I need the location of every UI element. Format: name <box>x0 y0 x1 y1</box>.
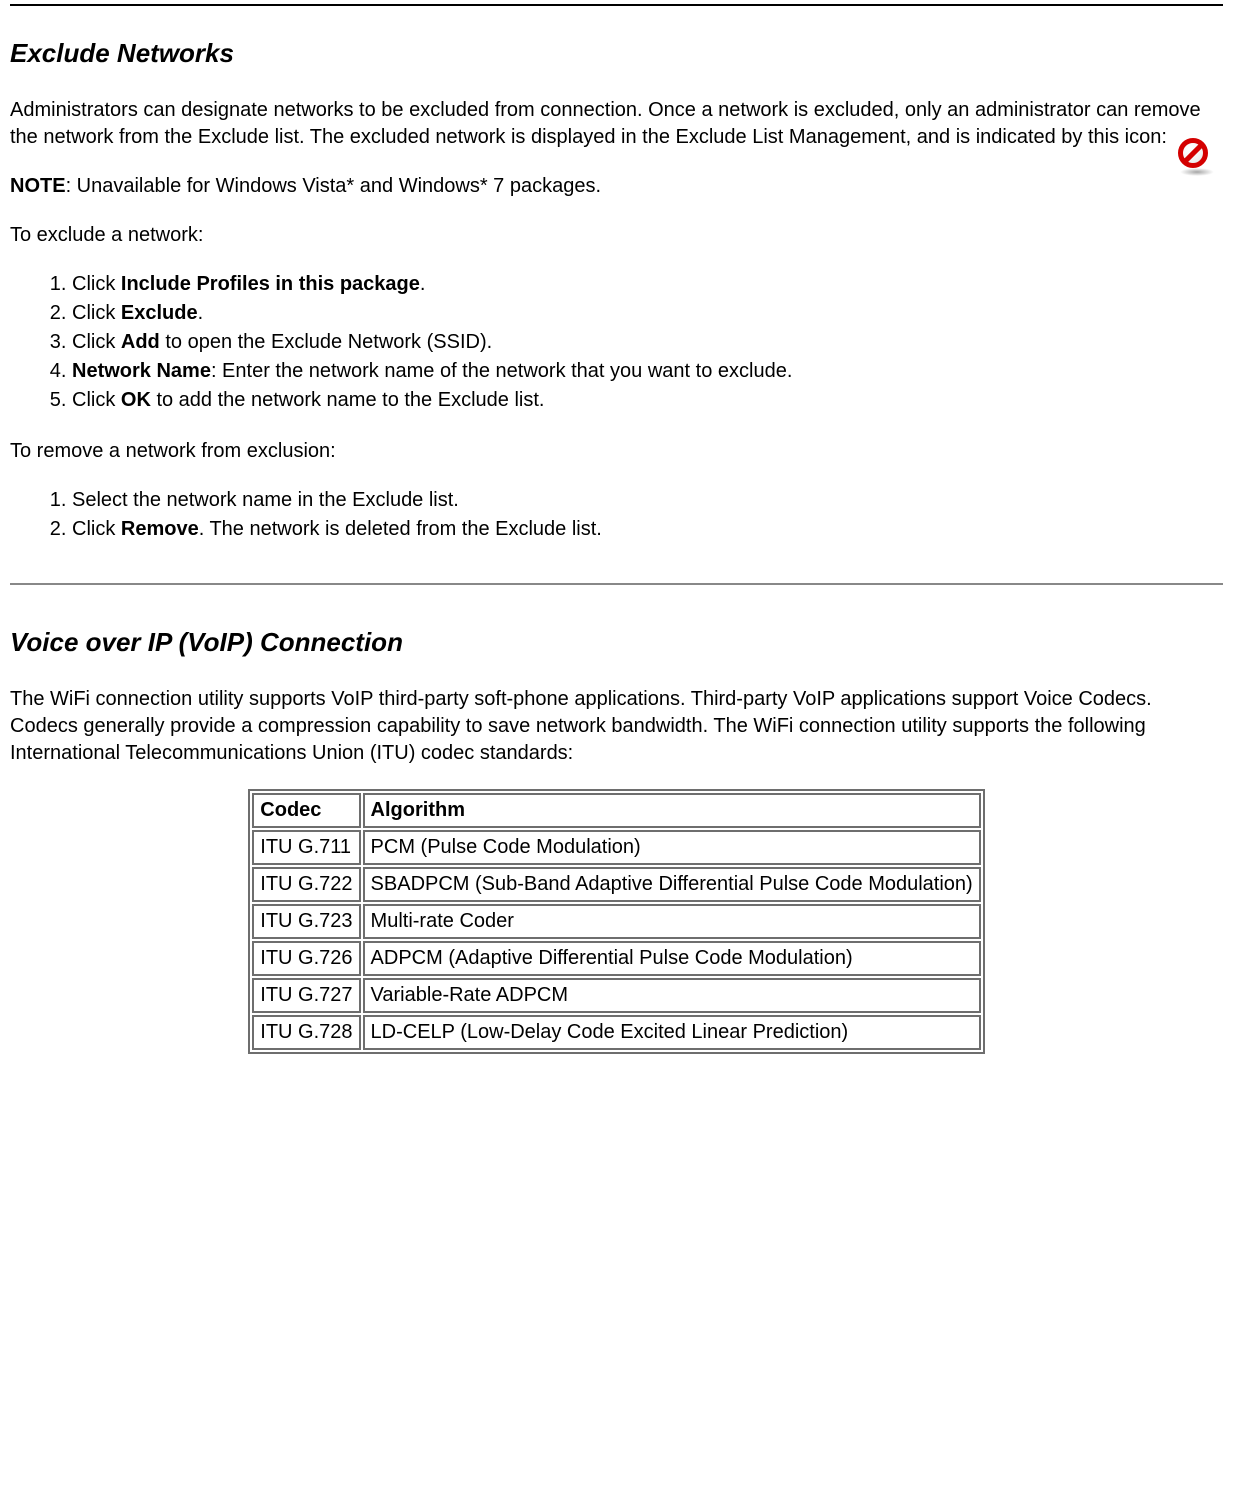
document-page: Exclude Networks Administrators can desi… <box>0 4 1233 1094</box>
step-text: Click <box>72 518 121 540</box>
note-paragraph: NOTE: Unavailable for Windows Vista* and… <box>10 173 1223 200</box>
list-item: Click Add to open the Exclude Network (S… <box>72 329 1223 356</box>
voip-intro-paragraph: The WiFi connection utility supports VoI… <box>10 686 1223 767</box>
step-bold: Add <box>121 331 160 353</box>
remove-steps-list: Select the network name in the Exclude l… <box>10 487 1223 543</box>
table-row: ITU G.726 ADPCM (Adaptive Differential P… <box>252 941 980 976</box>
step-text: . The network is deleted from the Exclud… <box>199 518 602 540</box>
top-rule <box>10 4 1223 6</box>
step-bold: Network Name <box>72 360 211 382</box>
table-cell-codec: ITU G.728 <box>252 1015 360 1050</box>
step-bold: Remove <box>121 518 199 540</box>
heading-voip-connection: Voice over IP (VoIP) Connection <box>10 625 1223 660</box>
step-text: Click <box>72 302 121 324</box>
exclude-intro-paragraph: Administrators can designate networks to… <box>10 97 1223 151</box>
table-header-algorithm: Algorithm <box>363 793 981 828</box>
remove-lead: To remove a network from exclusion: <box>10 438 1223 465</box>
table-row: ITU G.711 PCM (Pulse Code Modulation) <box>252 830 980 865</box>
heading-exclude-networks: Exclude Networks <box>10 36 1223 71</box>
table-cell-codec: ITU G.727 <box>252 978 360 1013</box>
exclude-steps-list: Click Include Profiles in this package. … <box>10 271 1223 414</box>
exclude-intro-text: Administrators can designate networks to… <box>10 99 1201 148</box>
table-header-row: Codec Algorithm <box>252 793 980 828</box>
step-text: Select the network name in the Exclude l… <box>72 489 459 511</box>
exclude-lead: To exclude a network: <box>10 222 1223 249</box>
step-text: to open the Exclude Network (SSID). <box>160 331 492 353</box>
table-cell-algorithm: LD-CELP (Low-Delay Code Excited Linear P… <box>363 1015 981 1050</box>
table-cell-codec: ITU G.726 <box>252 941 360 976</box>
table-row: ITU G.723 Multi-rate Coder <box>252 904 980 939</box>
step-bold: Include Profiles in this package <box>121 273 420 295</box>
list-item: Click Remove. The network is deleted fro… <box>72 516 1223 543</box>
table-cell-algorithm: Multi-rate Coder <box>363 904 981 939</box>
list-item: Click Include Profiles in this package. <box>72 271 1223 298</box>
step-text: . <box>420 273 426 295</box>
table-cell-algorithm: SBADPCM (Sub-Band Adaptive Differential … <box>363 867 981 902</box>
table-cell-algorithm: Variable-Rate ADPCM <box>363 978 981 1013</box>
list-item: Network Name: Enter the network name of … <box>72 358 1223 385</box>
step-text: : Enter the network name of the network … <box>211 360 792 382</box>
table-cell-algorithm: PCM (Pulse Code Modulation) <box>363 830 981 865</box>
note-label: NOTE <box>10 175 66 197</box>
step-text: to add the network name to the Exclude l… <box>151 389 545 411</box>
codec-table: Codec Algorithm ITU G.711 PCM (Pulse Cod… <box>248 789 984 1054</box>
table-row: ITU G.722 SBADPCM (Sub-Band Adaptive Dif… <box>252 867 980 902</box>
table-cell-codec: ITU G.722 <box>252 867 360 902</box>
codec-table-wrap: Codec Algorithm ITU G.711 PCM (Pulse Cod… <box>10 789 1223 1054</box>
step-bold: OK <box>121 389 151 411</box>
note-text: : Unavailable for Windows Vista* and Win… <box>66 175 601 197</box>
table-cell-codec: ITU G.711 <box>252 830 360 865</box>
step-text: Click <box>72 273 121 295</box>
table-header-codec: Codec <box>252 793 360 828</box>
table-row: ITU G.728 LD-CELP (Low-Delay Code Excite… <box>252 1015 980 1050</box>
list-item: Select the network name in the Exclude l… <box>72 487 1223 514</box>
step-bold: Exclude <box>121 302 198 324</box>
table-cell-codec: ITU G.723 <box>252 904 360 939</box>
step-text: Click <box>72 331 121 353</box>
section-divider <box>10 583 1223 585</box>
list-item: Click Exclude. <box>72 300 1223 327</box>
step-text: Click <box>72 389 121 411</box>
table-cell-algorithm: ADPCM (Adaptive Differential Pulse Code … <box>363 941 981 976</box>
step-text: . <box>198 302 204 324</box>
list-item: Click OK to add the network name to the … <box>72 387 1223 414</box>
table-row: ITU G.727 Variable-Rate ADPCM <box>252 978 980 1013</box>
